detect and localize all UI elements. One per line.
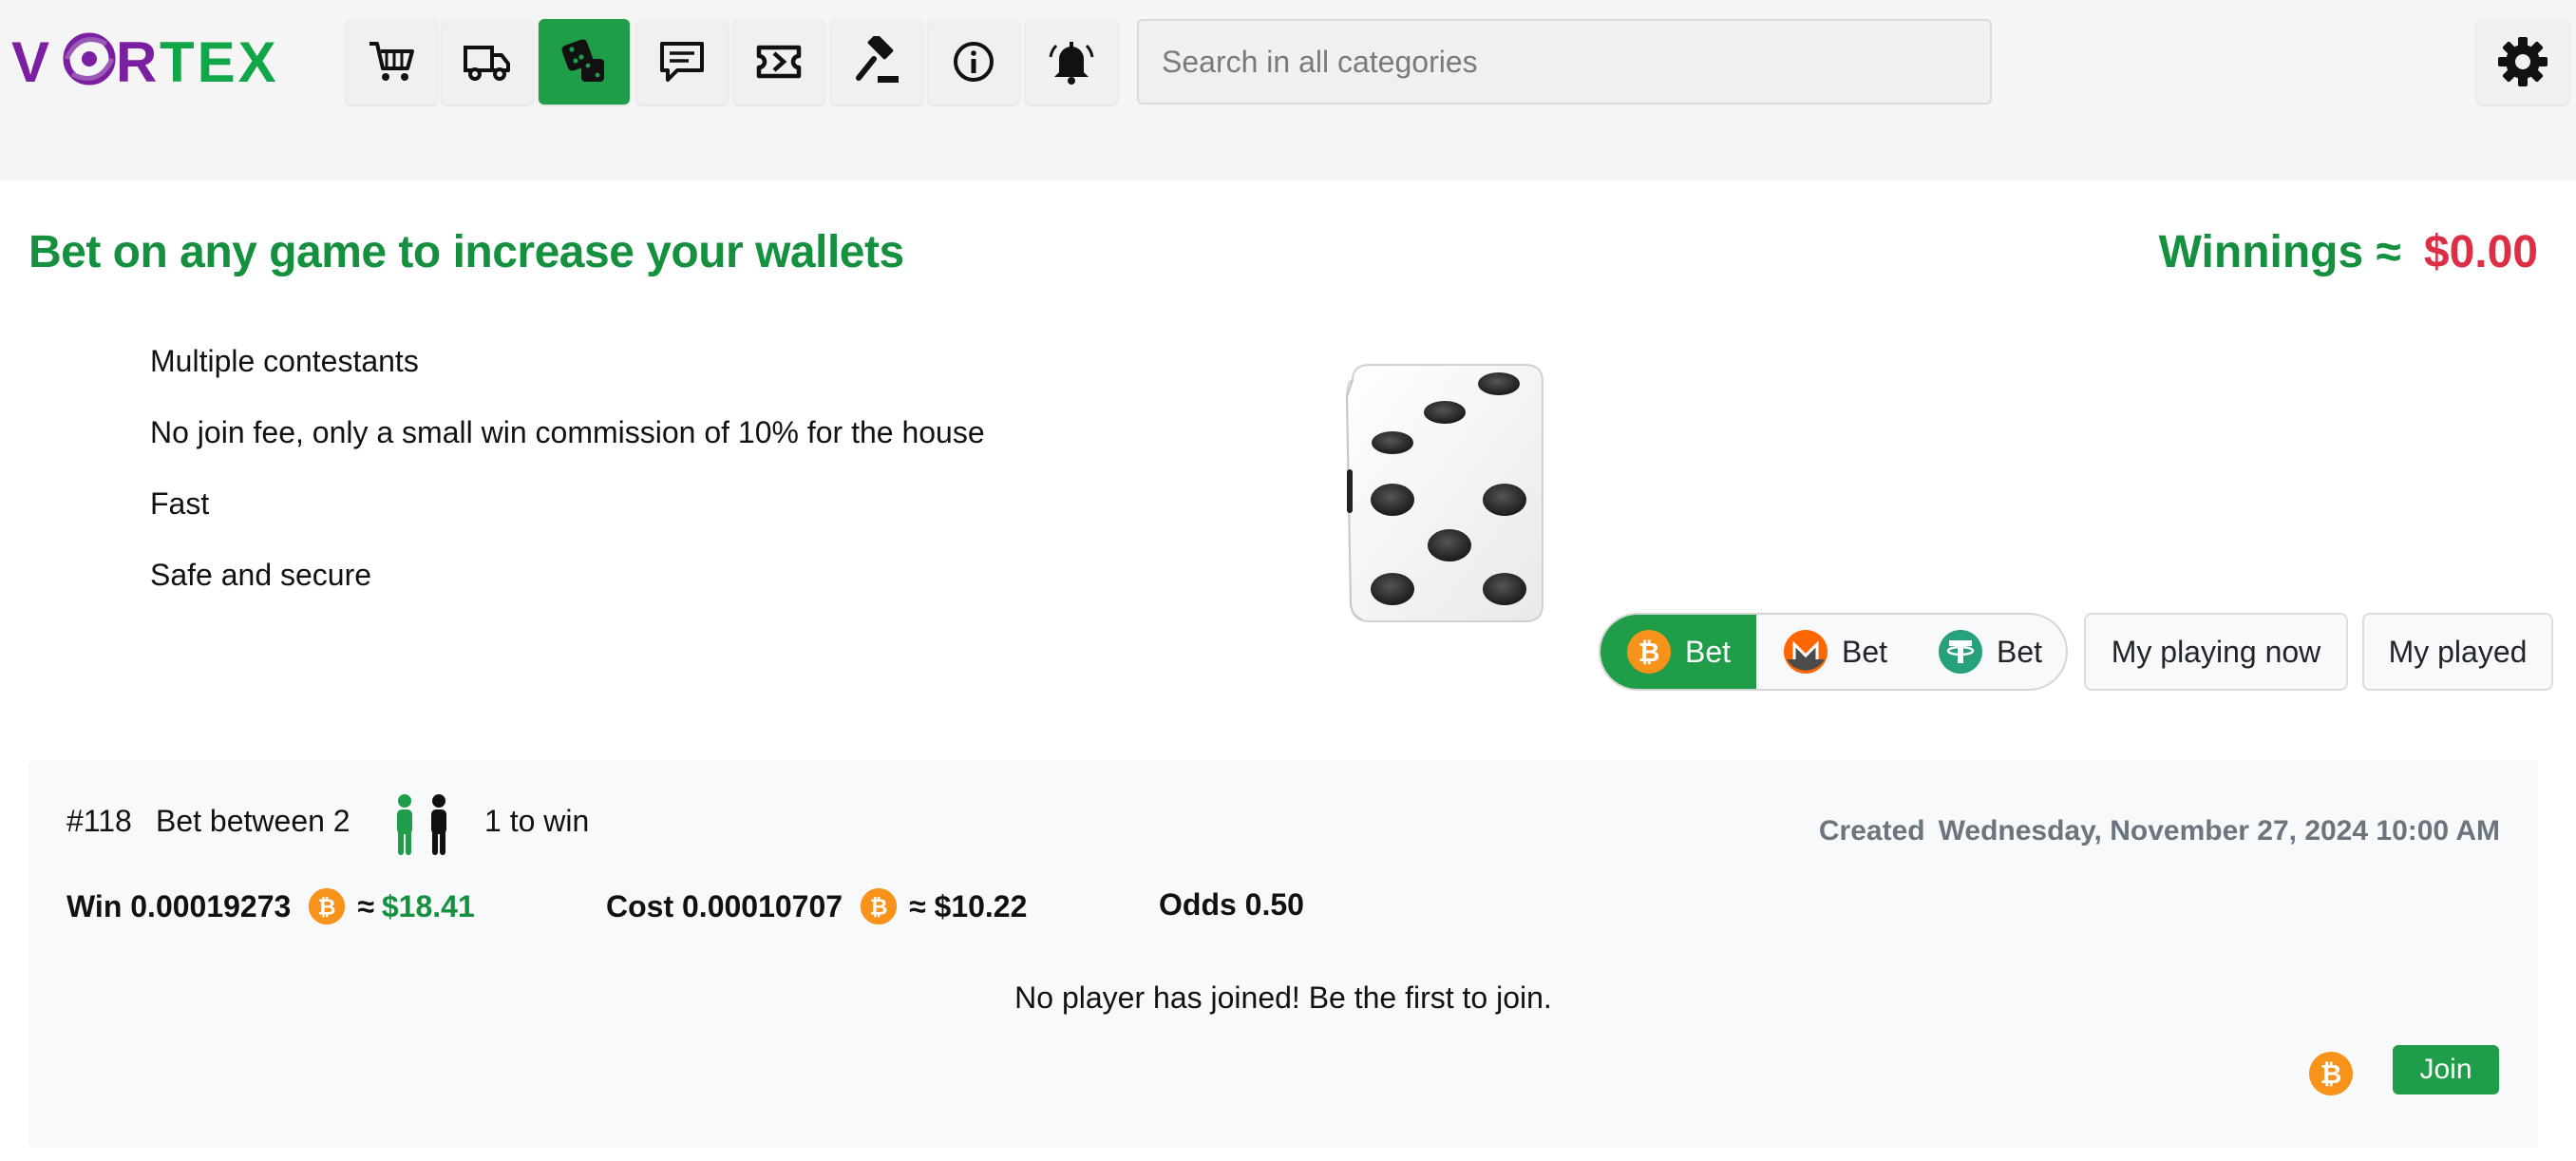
settings-button[interactable] xyxy=(2477,19,2568,105)
bitcoin-icon: ₿ xyxy=(1626,630,1671,674)
players-icon xyxy=(397,794,446,855)
bet-currency-selector: ₿ Bet Bet Bet xyxy=(1599,613,2068,691)
bet-bitcoin-option[interactable]: ₿ Bet xyxy=(1601,615,1756,689)
cost-usd-value: ≈ $10.22 xyxy=(909,888,1028,923)
cost-amount: Cost 0.00010707 ₿ ≈ $10.22 xyxy=(606,887,1027,925)
cart-icon xyxy=(369,42,414,81)
logo-letters-tex: TEX xyxy=(160,30,279,94)
chat-icon xyxy=(660,42,704,82)
winnings-label: Winnings ≈ xyxy=(2158,227,2401,277)
created-date: Wednesday, November 27, 2024 10:00 AM xyxy=(1938,815,2500,847)
feature-item: Multiple contestants xyxy=(150,344,419,378)
die-illustration xyxy=(1345,364,1544,622)
monero-icon xyxy=(1783,630,1828,674)
logo-letter-r: R xyxy=(116,30,157,94)
feature-item: Fast xyxy=(150,486,210,521)
game-card: #118 Bet between 2 1 to win Created Wedne… xyxy=(28,760,2538,1148)
cost-label: Cost 0.00010707 xyxy=(606,888,843,923)
win-approx-sign: ≈ xyxy=(357,888,374,923)
notification-bell-icon xyxy=(1049,42,1094,85)
created-label: Created xyxy=(1818,815,1925,847)
game-participants-label: Bet between 2 xyxy=(156,804,350,838)
bet-bitcoin-label: Bet xyxy=(1684,634,1732,669)
bitcoin-icon: ₿ xyxy=(860,887,898,925)
svg-text:₿: ₿ xyxy=(318,894,336,919)
page-title: Bet on any game to increase your wallets xyxy=(28,227,904,277)
feature-item: No join fee, only a small win commission… xyxy=(150,415,985,449)
winners-count: 1 to win xyxy=(484,804,590,838)
ticket-icon xyxy=(756,45,802,79)
winnings-value: $0.00 xyxy=(2423,227,2538,277)
nav-shop-button[interactable] xyxy=(346,19,437,105)
top-bar: V R TEX xyxy=(0,0,2576,181)
created-timestamp: Created Wednesday, November 27, 2024 10:0… xyxy=(1819,815,2500,847)
my-playing-now-button[interactable]: My playing now xyxy=(2084,613,2348,691)
gear-icon xyxy=(2498,37,2548,86)
no-players-message: No player has joined! Be the first to jo… xyxy=(1014,980,1552,1015)
nav-auction-button[interactable] xyxy=(831,19,922,105)
odds-value: Odds 0.50 xyxy=(1159,887,1304,923)
game-id: #118 xyxy=(66,804,132,838)
svg-text:₿: ₿ xyxy=(2320,1059,2342,1089)
svg-text:₿: ₿ xyxy=(870,894,888,919)
win-amount: Win 0.00019273 ₿ ≈ $18.41 xyxy=(66,887,475,925)
win-usd-value: $18.41 xyxy=(381,888,475,923)
dice-icon xyxy=(561,39,604,82)
nav-games-button[interactable] xyxy=(539,19,630,105)
bitcoin-icon: ₿ xyxy=(309,887,346,925)
tether-icon xyxy=(1938,630,1982,674)
odds-label: Odds 0.50 xyxy=(1159,887,1304,922)
win-label: Win 0.00019273 xyxy=(66,888,292,923)
bitcoin-icon: ₿ xyxy=(2309,1052,2353,1095)
nav-tickets-button[interactable] xyxy=(733,19,824,105)
my-played-button[interactable]: My played xyxy=(2362,613,2553,691)
info-icon xyxy=(954,42,994,82)
feature-item: Safe and secure xyxy=(150,558,372,592)
logo-letter-v: V xyxy=(11,30,49,94)
feature-list: Multiple contestants No join fee, only a… xyxy=(150,342,985,627)
vortex-logo[interactable]: V R TEX xyxy=(9,21,294,97)
nav-messages-button[interactable] xyxy=(636,19,728,105)
bet-monero-label: Bet xyxy=(1841,634,1888,669)
search-input[interactable] xyxy=(1137,19,1992,105)
bet-monero-option[interactable]: Bet xyxy=(1756,615,1914,689)
logo-swirl-icon xyxy=(63,32,116,86)
bet-tether-label: Bet xyxy=(1996,634,2043,669)
logo-graphic: V R TEX xyxy=(11,30,279,94)
svg-text:₿: ₿ xyxy=(1638,638,1660,667)
bet-tether-option[interactable]: Bet xyxy=(1914,615,2066,689)
nav-info-button[interactable] xyxy=(928,19,1019,105)
nav-delivery-button[interactable] xyxy=(442,19,533,105)
winnings-summary: Winnings ≈ $0.00 xyxy=(2159,226,2538,278)
join-button[interactable]: Join xyxy=(2393,1045,2499,1094)
auction-gavel-icon xyxy=(856,36,899,83)
delivery-truck-icon xyxy=(464,46,510,81)
nav-notifications-button[interactable] xyxy=(1026,19,1117,105)
